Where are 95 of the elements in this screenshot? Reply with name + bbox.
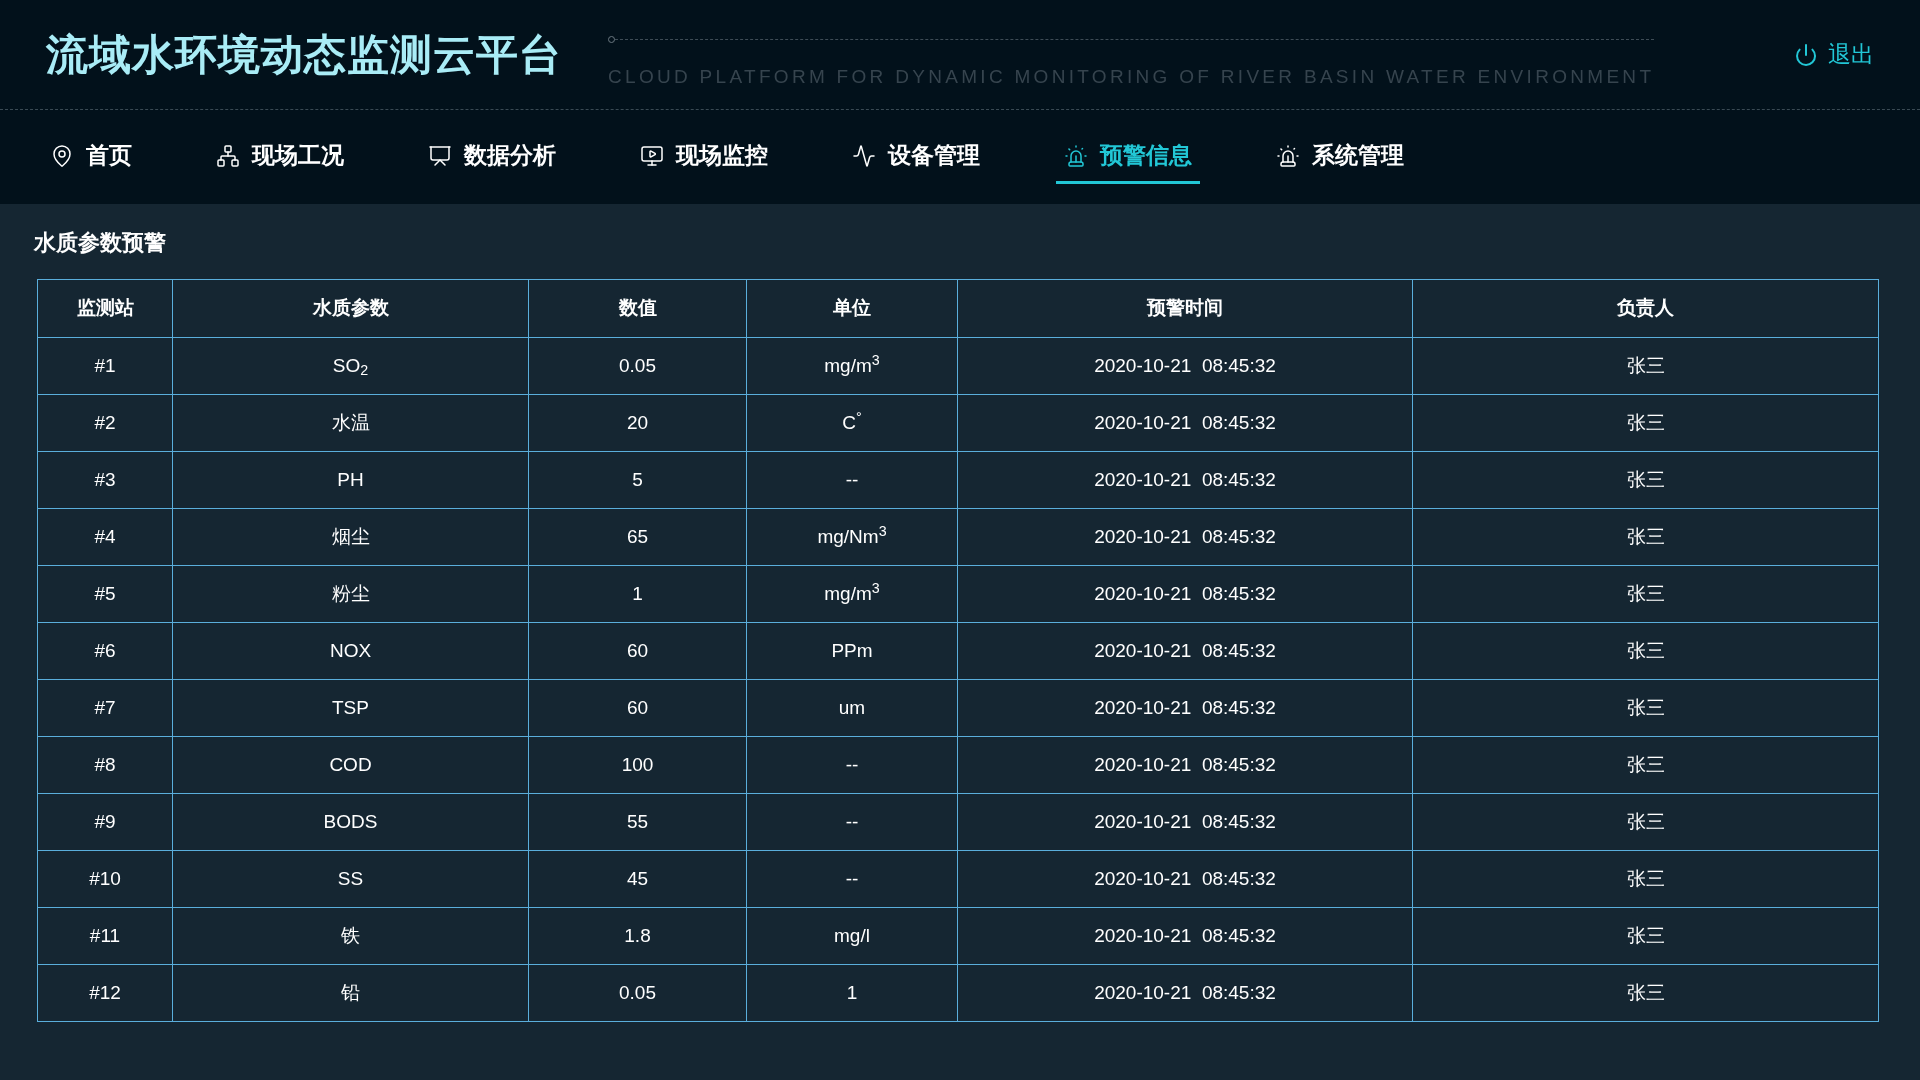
table-cell: 100 (528, 736, 747, 794)
column-header: 负责人 (1412, 279, 1879, 338)
table-cell: 张三 (1412, 565, 1879, 623)
app-title: 流域水环境动态监测云平台 (46, 30, 562, 80)
table-cell: #8 (37, 736, 173, 794)
map-pin-icon (50, 143, 74, 168)
table-cell: 1 (528, 565, 747, 623)
table-cell: 1 (746, 964, 958, 1022)
table-cell: 2020-10-21 08:45:32 (957, 508, 1413, 566)
chart-board-icon (428, 143, 452, 168)
nav-tab[interactable]: 数据分析 (420, 130, 564, 184)
nav-tab[interactable]: 首页 (42, 130, 140, 184)
table-cell: 张三 (1412, 451, 1879, 509)
table-cell: 2020-10-21 08:45:32 (957, 964, 1413, 1022)
table-cell: 60 (528, 679, 747, 737)
table-cell: 20 (528, 394, 747, 452)
table-cell: 5 (528, 451, 747, 509)
table-cell: 张三 (1412, 907, 1879, 965)
table-cell: #3 (37, 451, 173, 509)
column-header: 数值 (528, 279, 747, 338)
table-cell: 张三 (1412, 850, 1879, 908)
table-cell: #11 (37, 907, 173, 965)
section-title: 水质参数预警 (34, 229, 167, 257)
table-cell: 张三 (1412, 736, 1879, 794)
table-cell: #5 (37, 565, 173, 623)
table-cell: NOX (172, 622, 529, 680)
table-cell: 2020-10-21 08:45:32 (957, 907, 1413, 965)
siren-icon (1276, 143, 1300, 168)
table-cell: 张三 (1412, 964, 1879, 1022)
table-cell: 烟尘 (172, 508, 529, 566)
table-cell: 张三 (1412, 508, 1879, 566)
nav-tab[interactable]: 现场监控 (632, 130, 776, 184)
table-cell: 2020-10-21 08:45:32 (957, 337, 1413, 395)
table-cell: PH (172, 451, 529, 509)
column-header: 单位 (746, 279, 958, 338)
table-cell: 2020-10-21 08:45:32 (957, 394, 1413, 452)
table-cell: TSP (172, 679, 529, 737)
table-cell: 2020-10-21 08:45:32 (957, 451, 1413, 509)
table-cell: 0.05 (528, 337, 747, 395)
table-cell: 65 (528, 508, 747, 566)
logout-button[interactable]: 退出 (1794, 37, 1874, 72)
table-cell: #6 (37, 622, 173, 680)
table-cell: 45 (528, 850, 747, 908)
table-cell: 1.8 (528, 907, 747, 965)
play-screen-icon (640, 143, 664, 168)
column-header: 水质参数 (172, 279, 529, 338)
table-cell: mg/m$^{3}$ (746, 565, 958, 623)
table-cell: 水温 (172, 394, 529, 452)
table-cell: #12 (37, 964, 173, 1022)
table-cell: 张三 (1412, 679, 1879, 737)
table-cell: 60 (528, 622, 747, 680)
table-cell: mg/m$^{3}$ (746, 337, 958, 395)
table-cell: 2020-10-21 08:45:32 (957, 679, 1413, 737)
table-cell: SS (172, 850, 529, 908)
nav-tab[interactable]: 预警信息 (1056, 130, 1200, 184)
table-cell: #9 (37, 793, 173, 851)
nav-tab[interactable]: 现场工况 (208, 130, 352, 184)
table-cell: mg/l (746, 907, 958, 965)
nav-tab[interactable]: 系统管理 (1268, 130, 1412, 184)
column-header: 预警时间 (957, 279, 1413, 338)
table-cell: um (746, 679, 958, 737)
table-cell: 张三 (1412, 394, 1879, 452)
table-cell: #10 (37, 850, 173, 908)
table-cell: #4 (37, 508, 173, 566)
table-cell: 粉尘 (172, 565, 529, 623)
network-icon (216, 143, 240, 168)
nav-tab[interactable]: 设备管理 (844, 130, 988, 184)
table-cell: #7 (37, 679, 173, 737)
column-header: 监测站 (37, 279, 173, 338)
table-cell: SO$_{2}$ (172, 337, 529, 395)
table-cell: mg/Nm$^{3}$ (746, 508, 958, 566)
table-cell: PPm (746, 622, 958, 680)
table-cell: 张三 (1412, 622, 1879, 680)
power-icon (1794, 42, 1818, 67)
table-cell: 铅 (172, 964, 529, 1022)
table-cell: 铁 (172, 907, 529, 965)
siren-icon (1064, 143, 1088, 168)
table-cell: 2020-10-21 08:45:32 (957, 565, 1413, 623)
table-cell: 0.05 (528, 964, 747, 1022)
table-cell: 张三 (1412, 337, 1879, 395)
table-cell: BODS (172, 793, 529, 851)
table-cell: -- (746, 793, 958, 851)
table-cell: 张三 (1412, 793, 1879, 851)
table-cell: -- (746, 451, 958, 509)
table-cell: 2020-10-21 08:45:32 (957, 850, 1413, 908)
table-cell: 2020-10-21 08:45:32 (957, 622, 1413, 680)
table-cell: #2 (37, 394, 173, 452)
table-cell: #1 (37, 337, 173, 395)
table-cell: -- (746, 736, 958, 794)
table-cell: COD (172, 736, 529, 794)
table-cell: 2020-10-21 08:45:32 (957, 793, 1413, 851)
table-cell: -- (746, 850, 958, 908)
table-cell: C$^{°}$ (746, 394, 958, 452)
table-cell: 2020-10-21 08:45:32 (957, 736, 1413, 794)
table-cell: 55 (528, 793, 747, 851)
